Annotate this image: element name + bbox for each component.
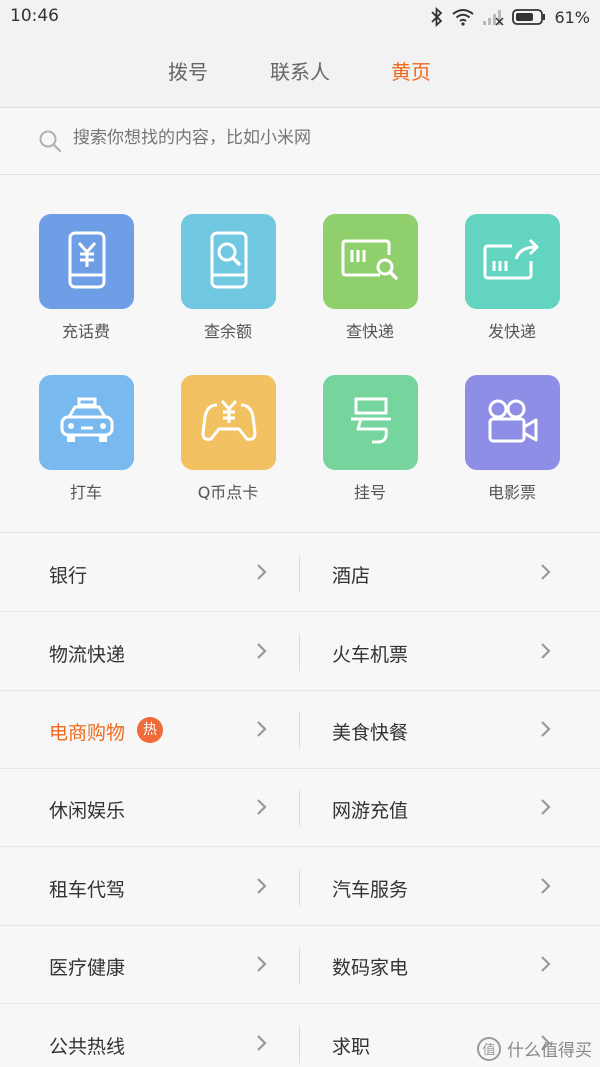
category-label: 银行 — [49, 565, 88, 587]
category-label: 美食快餐 — [332, 722, 409, 744]
chevron-right-icon — [256, 641, 268, 665]
chevron-right-icon — [256, 797, 268, 821]
gamepad-yuan-icon — [199, 397, 259, 449]
category-leisure[interactable]: 休闲娱乐 — [0, 769, 300, 847]
category-label: 医疗健康 — [49, 957, 126, 979]
signal-icon — [482, 8, 504, 26]
battery-percent: 61% — [554, 7, 590, 27]
service-send-parcel[interactable]: 发快递 — [441, 214, 583, 344]
category-train-flight[interactable]: 火车机票 — [300, 613, 600, 691]
chevron-right-icon — [540, 876, 552, 900]
chevron-right-icon — [540, 954, 552, 978]
tab-yellow-pages[interactable]: 黄页 — [391, 56, 431, 85]
service-qcoin[interactable]: Q币点卡 — [157, 375, 299, 505]
search-input[interactable] — [73, 128, 553, 148]
category-label: 公共热线 — [49, 1036, 126, 1058]
service-movie-ticket[interactable]: 电影票 — [441, 375, 583, 505]
wifi-icon — [452, 8, 475, 26]
service-label: 充话费 — [61, 322, 110, 341]
status-bar: 10:46 61% — [0, 0, 600, 34]
tile-recharge[interactable] — [39, 214, 134, 309]
service-label: Q币点卡 — [197, 483, 259, 502]
category-bank[interactable]: 银行 — [0, 534, 300, 612]
category-healthcare[interactable]: 医疗健康 — [0, 926, 300, 1004]
service-label: 挂号 — [353, 483, 386, 502]
category-label: 数码家电 — [332, 957, 409, 979]
status-icons: 61% — [430, 5, 590, 29]
list-row: 休闲娱乐 网游充值 — [0, 769, 600, 847]
service-label: 打车 — [69, 483, 102, 502]
chevron-right-icon — [256, 1033, 268, 1057]
hot-badge: 热 — [137, 717, 163, 743]
movie-camera-icon — [484, 397, 542, 449]
list-row: 电商购物 热 美食快餐 — [0, 691, 600, 769]
tile-track-parcel[interactable] — [323, 214, 418, 309]
service-track-parcel[interactable]: 查快递 — [299, 214, 441, 344]
category-label: 电商购物 — [49, 722, 126, 744]
list-row: 物流快递 火车机票 — [0, 613, 600, 691]
chevron-right-icon — [540, 562, 552, 586]
category-label: 租车代驾 — [49, 879, 126, 901]
service-hospital-registration[interactable]: 挂号 — [299, 375, 441, 505]
chevron-right-icon — [540, 719, 552, 743]
hao-character-icon — [348, 396, 394, 450]
category-electronics[interactable]: 数码家电 — [300, 926, 600, 1004]
category-label: 物流快递 — [49, 644, 126, 666]
chevron-right-icon — [256, 954, 268, 978]
tab-bar: 拨号 联系人 黄页 — [0, 34, 600, 108]
tile-movie-ticket[interactable] — [465, 375, 560, 470]
watermark-logo: 值 — [477, 1036, 501, 1061]
service-label: 查余额 — [203, 322, 252, 341]
chevron-right-icon — [540, 797, 552, 821]
list-row: 租车代驾 汽车服务 — [0, 848, 600, 926]
category-hotel[interactable]: 酒店 — [300, 534, 600, 612]
category-game-topup[interactable]: 网游充值 — [300, 769, 600, 847]
status-time: 10:46 — [10, 6, 59, 26]
tile-taxi[interactable] — [39, 375, 134, 470]
category-hotline[interactable]: 公共热线 — [0, 1005, 300, 1067]
phone-search-icon — [204, 231, 254, 293]
tile-balance[interactable] — [181, 214, 276, 309]
watermark: 值 什么值得买 — [477, 1036, 592, 1061]
phone-yuan-icon — [62, 231, 112, 293]
card-search-icon — [340, 235, 402, 289]
service-label: 查快递 — [345, 322, 394, 341]
taxi-icon — [57, 397, 117, 449]
category-logistics[interactable]: 物流快递 — [0, 613, 300, 691]
category-ecommerce[interactable]: 电商购物 热 — [0, 691, 300, 769]
watermark-text: 什么值得买 — [507, 1041, 592, 1061]
category-label: 火车机票 — [332, 644, 409, 666]
chevron-right-icon — [256, 562, 268, 586]
tab-contacts[interactable]: 联系人 — [270, 56, 330, 85]
search-icon — [38, 129, 62, 157]
chevron-right-icon — [256, 719, 268, 743]
tile-qcoin[interactable] — [181, 375, 276, 470]
chevron-right-icon — [256, 876, 268, 900]
service-taxi[interactable]: 打车 — [15, 375, 157, 505]
category-label: 汽车服务 — [332, 879, 409, 901]
tile-hospital-registration[interactable] — [323, 375, 418, 470]
chevron-right-icon — [540, 641, 552, 665]
category-label: 休闲娱乐 — [49, 800, 126, 822]
category-food[interactable]: 美食快餐 — [300, 691, 600, 769]
search-bar[interactable] — [0, 108, 600, 175]
category-label: 求职 — [332, 1036, 371, 1058]
battery-icon — [512, 9, 546, 25]
category-label: 酒店 — [332, 565, 371, 587]
card-send-icon — [482, 235, 544, 289]
list-row: 医疗健康 数码家电 — [0, 926, 600, 1004]
service-label: 发快递 — [487, 322, 536, 341]
bluetooth-icon — [430, 7, 444, 27]
service-recharge[interactable]: 充话费 — [15, 214, 157, 344]
category-auto-service[interactable]: 汽车服务 — [300, 848, 600, 926]
service-label: 电影票 — [487, 483, 536, 502]
list-row: 银行 酒店 — [0, 534, 600, 612]
tile-send-parcel[interactable] — [465, 214, 560, 309]
service-grid: 充话费 查余额 查快递 发快递 打车 Q币点卡 挂号 电影票 — [0, 176, 600, 533]
category-label: 网游充值 — [332, 800, 409, 822]
service-balance[interactable]: 查余额 — [157, 214, 299, 344]
category-car-rental[interactable]: 租车代驾 — [0, 848, 300, 926]
tab-dialer[interactable]: 拨号 — [168, 56, 208, 85]
